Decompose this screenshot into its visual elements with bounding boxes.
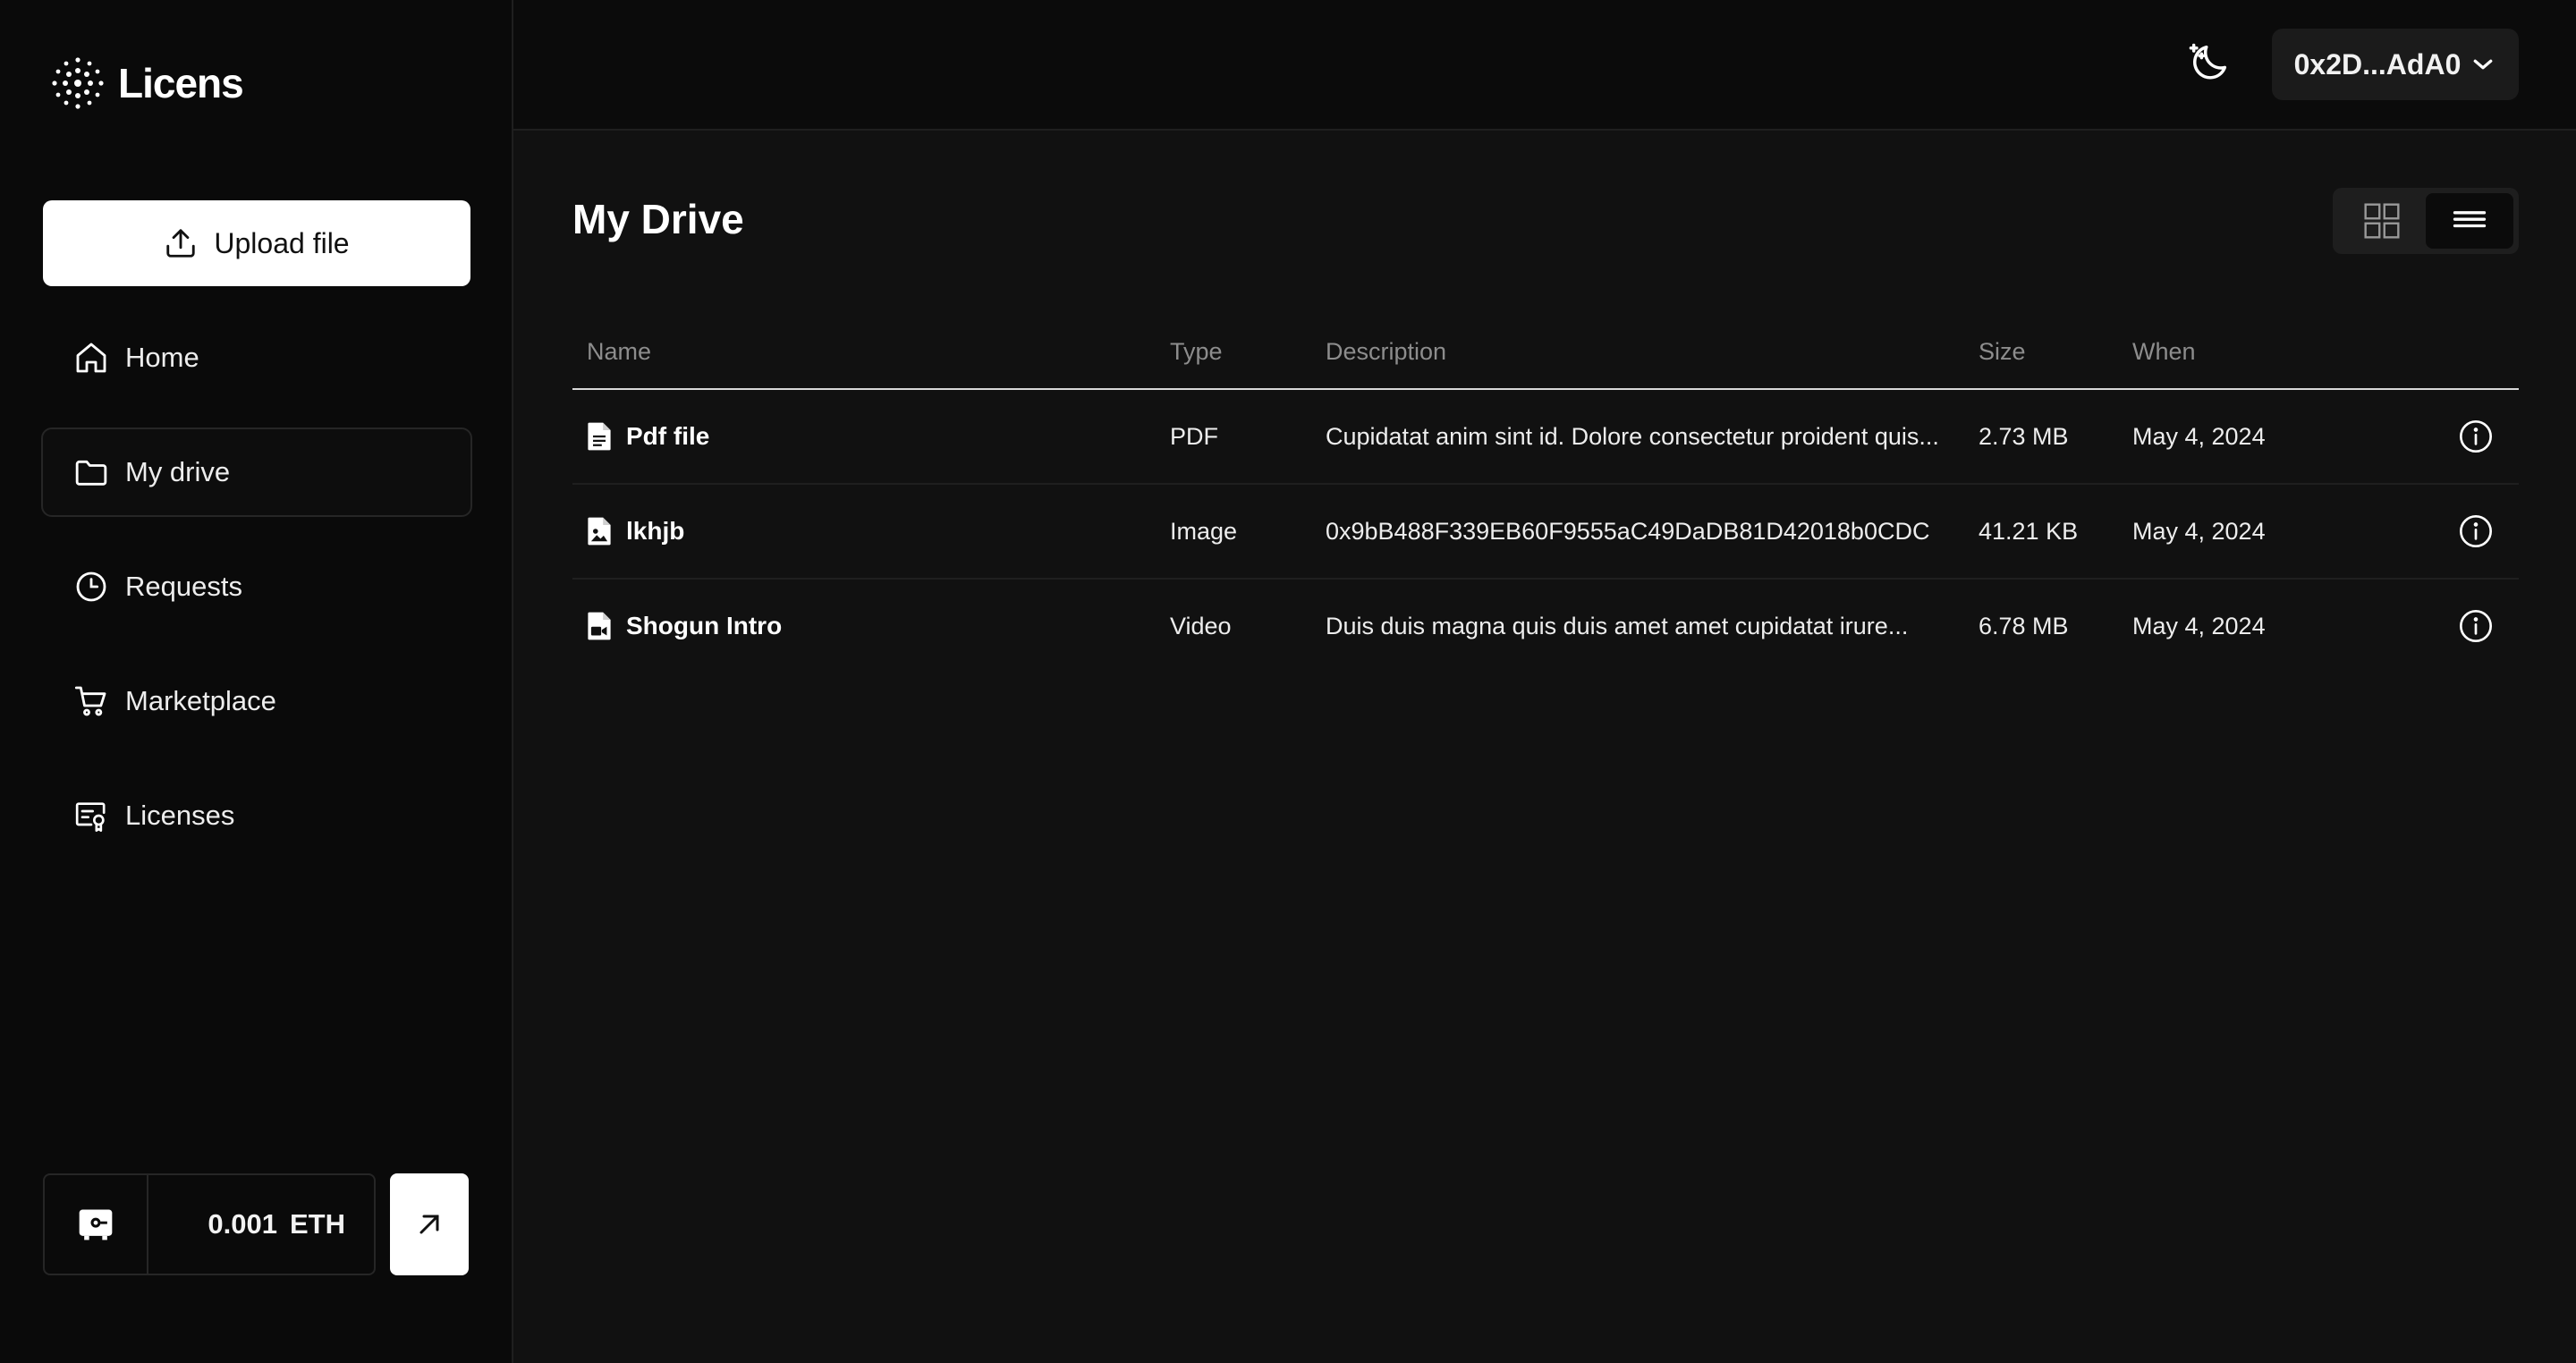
pdf-file-icon — [588, 422, 611, 451]
file-name: lkhjb — [626, 517, 685, 545]
grid-view-button[interactable] — [2338, 193, 2426, 249]
theme-toggle-button[interactable] — [2186, 39, 2233, 86]
wallet-amount-unit: ETH — [290, 1208, 345, 1240]
file-type: PDF — [1170, 422, 1218, 450]
logo-dots-icon — [52, 57, 104, 109]
file-name-cell: Shogun Intro — [572, 611, 1170, 641]
sidebar-item-label: Marketplace — [125, 685, 276, 716]
file-size: 41.21 KB — [1979, 517, 2079, 545]
wallet-amount: 0.001 ETH — [148, 1208, 374, 1240]
file-name-cell: lkhjb — [572, 516, 1170, 546]
account-address: 0x2D...AdA0 — [2293, 47, 2462, 80]
top-bar: 0x2D...AdA0 — [513, 0, 2576, 131]
safe-icon — [79, 1209, 113, 1240]
table-row[interactable]: lkhjb Image 0x9bB488F339EB60F9555aC49DaD… — [572, 485, 2519, 580]
file-name-cell: Pdf file — [572, 421, 1170, 452]
file-date: May 4, 2024 — [2132, 612, 2266, 639]
sidebar-nav: Home My drive Requests Marketplace Licen… — [41, 313, 472, 885]
app-logo[interactable]: Licens — [50, 55, 244, 111]
sidebar-item-home[interactable]: Home — [41, 313, 472, 402]
file-name: Pdf file — [626, 422, 710, 450]
wallet-open-button[interactable] — [390, 1173, 469, 1275]
sidebar-item-requests[interactable]: Requests — [41, 542, 472, 631]
upload-file-button[interactable]: Upload file — [43, 200, 470, 286]
arrow-up-right-icon — [419, 1215, 439, 1234]
sidebar-item-label: Home — [125, 342, 199, 373]
sidebar-item-label: My drive — [125, 456, 231, 487]
sidebar-item-my-drive[interactable]: My drive — [41, 428, 472, 517]
info-icon[interactable] — [2458, 419, 2494, 454]
column-header-size[interactable]: Size — [1979, 338, 2132, 366]
list-icon — [2453, 211, 2487, 228]
file-description: 0x9bB488F339EB60F9555aC49DaDB81D42018b0C… — [1326, 517, 1930, 545]
cart-icon — [74, 686, 106, 716]
sidebar-item-label: Licenses — [125, 800, 235, 831]
files-table: Name Type Description Size When Pdf file… — [572, 315, 2519, 673]
clock-icon — [76, 571, 106, 602]
wallet-widget: 0.001 ETH — [43, 1173, 469, 1275]
wallet-amount-value: 0.001 — [208, 1208, 277, 1240]
info-icon[interactable] — [2458, 608, 2494, 644]
list-view-button[interactable] — [2426, 193, 2513, 249]
main-content: My Drive Name Type Description Size When — [513, 131, 2576, 1363]
file-date: May 4, 2024 — [2132, 422, 2266, 450]
sidebar-item-label: Requests — [125, 571, 242, 602]
home-icon — [76, 343, 106, 373]
sidebar: Licens Upload file Home My drive Request… — [0, 0, 513, 1363]
account-menu-button[interactable]: 0x2D...AdA0 — [2272, 29, 2519, 100]
file-name: Shogun Intro — [626, 612, 783, 639]
upload-file-label: Upload file — [214, 226, 350, 259]
sidebar-item-marketplace[interactable]: Marketplace — [41, 656, 472, 746]
sidebar-item-licenses[interactable]: Licenses — [41, 771, 472, 860]
moon-stars-icon — [2189, 43, 2227, 80]
image-file-icon — [588, 517, 611, 546]
table-row[interactable]: Pdf file PDF Cupidatat anim sint id. Dol… — [572, 390, 2519, 485]
column-header-description[interactable]: Description — [1326, 338, 1979, 366]
grid-icon — [2364, 203, 2400, 239]
file-size: 6.78 MB — [1979, 612, 2069, 639]
column-header-when[interactable]: When — [2132, 338, 2428, 366]
video-file-icon — [588, 612, 611, 640]
table-row[interactable]: Shogun Intro Video Duis duis magna quis … — [572, 580, 2519, 673]
file-description: Cupidatat anim sint id. Dolore consectet… — [1326, 422, 1939, 450]
table-header: Name Type Description Size When — [572, 315, 2519, 390]
view-toggle — [2333, 188, 2519, 254]
file-info-cell — [2428, 513, 2519, 549]
wallet-icon-cell — [45, 1175, 148, 1274]
file-type: Image — [1170, 517, 1238, 545]
page-title: My Drive — [572, 196, 744, 242]
file-date: May 4, 2024 — [2132, 517, 2266, 545]
file-type: Video — [1170, 612, 1232, 639]
file-info-cell — [2428, 419, 2519, 454]
wallet-balance: 0.001 ETH — [43, 1173, 376, 1275]
chevron-down-icon — [2473, 59, 2493, 70]
file-info-cell — [2428, 608, 2519, 644]
file-size: 2.73 MB — [1979, 422, 2069, 450]
folder-icon — [75, 460, 107, 486]
app-name: Licens — [118, 60, 244, 106]
upload-icon — [166, 229, 196, 258]
file-description: Duis duis magna quis duis amet amet cupi… — [1326, 612, 1909, 639]
column-header-name[interactable]: Name — [572, 338, 1170, 366]
info-icon[interactable] — [2458, 513, 2494, 549]
license-icon — [75, 802, 106, 832]
column-header-type[interactable]: Type — [1170, 338, 1326, 366]
